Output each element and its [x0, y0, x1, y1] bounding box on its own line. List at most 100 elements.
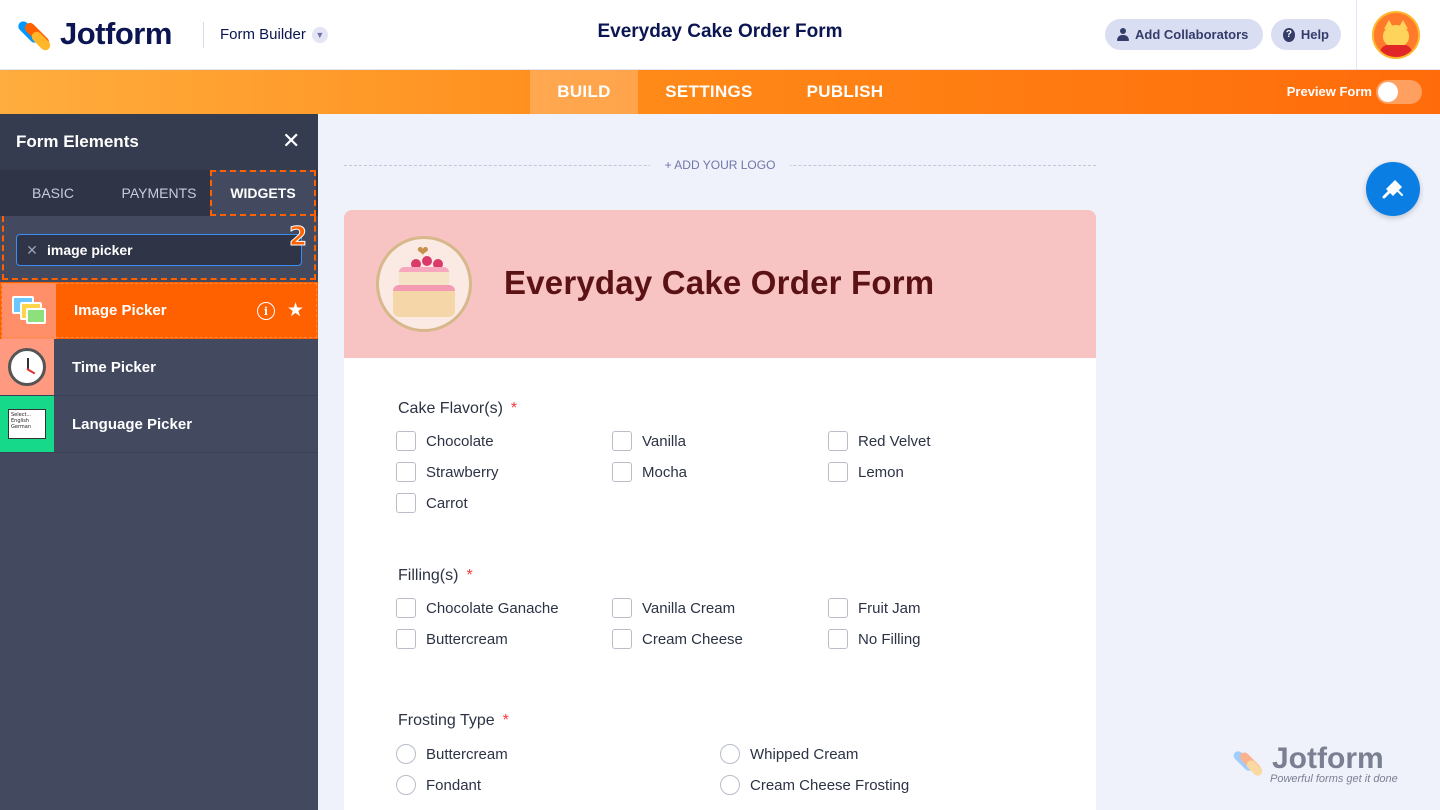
option-label: No Filling	[858, 630, 921, 648]
user-icon	[1117, 28, 1129, 41]
radio-button[interactable]	[720, 744, 740, 764]
widget-item-language-picker[interactable]: Select... English German Language Picker	[0, 396, 318, 453]
checkbox-option[interactable]: Strawberry	[396, 462, 499, 482]
checkbox-option[interactable]: Cream Cheese	[612, 629, 743, 649]
cake-logo-icon: ❤	[376, 236, 472, 332]
option-label: Whipped Cream	[750, 745, 859, 763]
checkbox[interactable]	[396, 493, 416, 513]
help-label: Help	[1300, 27, 1329, 42]
checkbox-option[interactable]: Vanilla	[612, 431, 686, 451]
lang-thumb-line: German	[11, 424, 32, 430]
question-label-text: Frosting Type	[398, 712, 495, 729]
checkbox[interactable]	[828, 598, 848, 618]
tab-build[interactable]: BUILD	[530, 70, 638, 114]
checkbox[interactable]	[612, 462, 632, 482]
checkbox[interactable]	[612, 629, 632, 649]
question-label-text: Filling(s)	[398, 567, 459, 584]
option-label: Fruit Jam	[858, 599, 921, 617]
checkbox-option[interactable]: Buttercream	[396, 629, 508, 649]
tab-basic[interactable]: BASIC	[18, 170, 88, 216]
checkbox[interactable]	[828, 629, 848, 649]
watermark-brand: Jotform	[1272, 742, 1384, 775]
radio-option[interactable]: Cream Cheese Frosting	[720, 775, 909, 795]
widget-search-input[interactable]	[47, 242, 287, 258]
option-label: Red Velvet	[858, 432, 931, 450]
option-label: Chocolate Ganache	[426, 599, 559, 617]
widget-item-time-picker[interactable]: Time Picker	[0, 339, 318, 396]
radio-option[interactable]: Whipped Cream	[720, 744, 858, 764]
required-marker: *	[466, 567, 473, 584]
checkbox-option[interactable]: Carrot	[396, 493, 468, 513]
tab-publish[interactable]: PUBLISH	[795, 70, 895, 114]
help-button[interactable]: ? Help	[1271, 19, 1341, 50]
checkbox-option[interactable]: Mocha	[612, 462, 687, 482]
panel-tabs: BASIC PAYMENTS WIDGETS	[0, 170, 318, 216]
info-icon[interactable]: i	[256, 302, 275, 320]
add-collaborators-button[interactable]: Add Collaborators	[1105, 19, 1263, 50]
checkbox-option[interactable]: Fruit Jam	[828, 598, 921, 618]
tab-payments[interactable]: PAYMENTS	[112, 170, 206, 216]
checkbox-option[interactable]: No Filling	[828, 629, 921, 649]
radio-option[interactable]: Fondant	[396, 775, 481, 795]
checkbox-option[interactable]: Chocolate	[396, 431, 494, 451]
question-label[interactable]: Cake Flavor(s) *	[398, 400, 517, 418]
option-label: Cream Cheese Frosting	[750, 776, 910, 794]
preview-form-toggle[interactable]	[1376, 80, 1422, 104]
checkbox[interactable]	[828, 431, 848, 451]
option-label: Vanilla	[642, 432, 686, 450]
option-label: Lemon	[858, 463, 904, 481]
widget-item-label: Language Picker	[72, 415, 193, 433]
language-select-icon: Select... English German	[0, 396, 54, 452]
panel-header: Form Elements ✕	[0, 114, 318, 170]
close-icon[interactable]: ✕	[282, 130, 300, 152]
tab-widgets[interactable]: WIDGETS	[210, 170, 316, 216]
checkbox[interactable]	[396, 629, 416, 649]
question-label[interactable]: Frosting Type *	[398, 712, 509, 730]
preview-form-label: Preview Form	[1286, 84, 1372, 99]
radio-button[interactable]	[396, 775, 416, 795]
builder-nav: BUILD SETTINGS PUBLISH Preview Form	[0, 70, 1440, 114]
option-label: Fondant	[426, 776, 482, 794]
watermark-tagline: Powerful forms get it done	[1270, 773, 1398, 785]
star-icon[interactable]: ★	[287, 301, 304, 320]
checkbox-option[interactable]: Chocolate Ganache	[396, 598, 559, 618]
option-label: Mocha	[642, 463, 688, 481]
jotform-watermark: Jotform Powerful forms get it done	[1231, 742, 1412, 788]
radio-button[interactable]	[720, 775, 740, 795]
panel-title: Form Elements	[16, 132, 139, 151]
option-label: Chocolate	[426, 432, 494, 450]
checkbox[interactable]	[828, 462, 848, 482]
divider	[1356, 0, 1357, 70]
form-title[interactable]: Everyday Cake Order Form	[504, 264, 934, 302]
radio-button[interactable]	[396, 744, 416, 764]
option-label: Cream Cheese	[642, 630, 743, 648]
avatar[interactable]	[1372, 11, 1420, 59]
checkbox[interactable]	[612, 431, 632, 451]
clock-icon	[0, 339, 54, 395]
form-card: ❤ Everyday Cake Order Form Cake Flavor(s…	[344, 210, 1096, 810]
question-label[interactable]: Filling(s) *	[398, 567, 473, 585]
top-bar: Jotform Form Builder ▼ Everyday Cake Ord…	[0, 0, 1440, 70]
checkbox[interactable]	[396, 598, 416, 618]
clear-search-icon[interactable]: ✕	[17, 242, 47, 259]
form-header[interactable]: ❤ Everyday Cake Order Form	[344, 210, 1096, 358]
checkbox[interactable]	[396, 462, 416, 482]
checkbox-option[interactable]: Red Velvet	[828, 431, 931, 451]
widget-search: ✕	[16, 234, 302, 266]
checkbox-option[interactable]: Vanilla Cream	[612, 598, 735, 618]
add-logo-button[interactable]: + ADD YOUR LOGO	[650, 158, 790, 172]
checkbox[interactable]	[396, 431, 416, 451]
question-label-text: Cake Flavor(s)	[398, 400, 503, 417]
widget-item-image-picker[interactable]: Image Picker i ★	[0, 282, 318, 339]
checkbox-option[interactable]: Lemon	[828, 462, 904, 482]
form-designer-button[interactable]	[1366, 162, 1420, 216]
option-label: Buttercream	[426, 745, 508, 763]
widget-item-label: Image Picker	[74, 302, 167, 319]
question-icon: ?	[1283, 27, 1295, 42]
option-label: Buttercream	[426, 630, 508, 648]
required-marker: *	[502, 712, 509, 729]
tab-settings[interactable]: SETTINGS	[652, 70, 766, 114]
step-marker: 2	[288, 222, 308, 253]
checkbox[interactable]	[612, 598, 632, 618]
radio-option[interactable]: Buttercream	[396, 744, 508, 764]
